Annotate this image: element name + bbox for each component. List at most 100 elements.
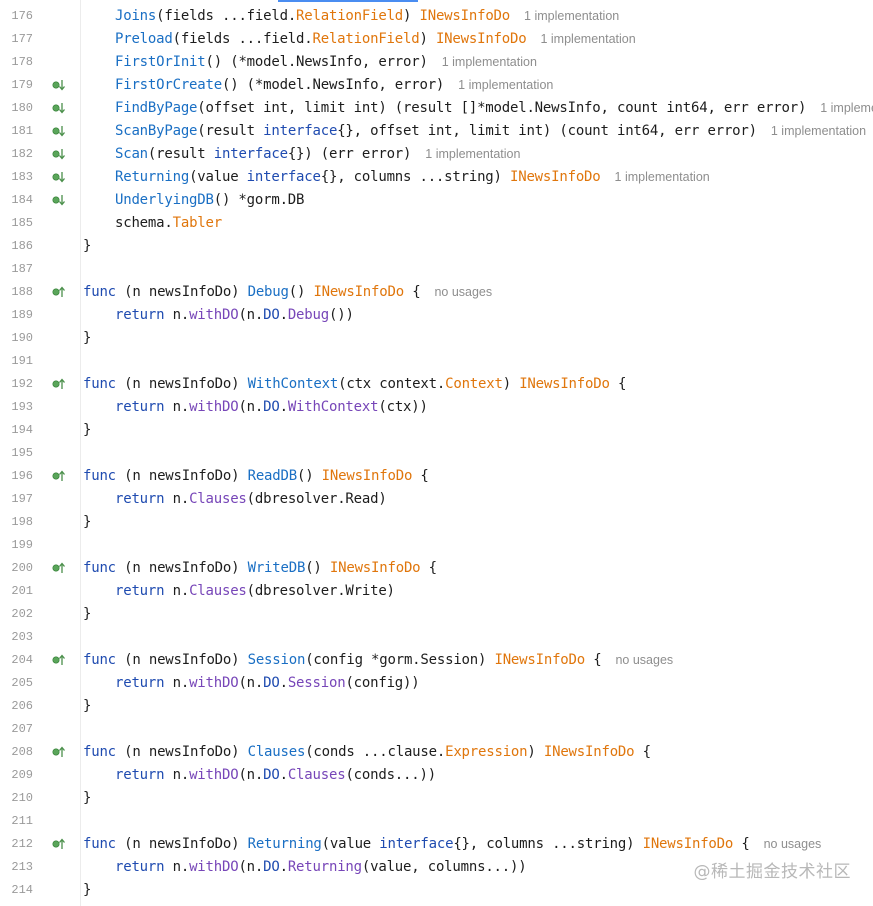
code-line[interactable]: 206}	[0, 695, 873, 718]
inlay-hint[interactable]: no usages	[434, 285, 492, 299]
inlay-hint[interactable]: 1 implementation	[425, 147, 520, 161]
code-line[interactable]: 183 Returning(value interface{}, columns …	[0, 166, 873, 189]
code-line[interactable]: 178 FirstOrInit() (*model.NewsInfo, error…	[0, 51, 873, 74]
line-number: 200	[11, 561, 33, 575]
code-token: interface	[246, 169, 321, 185]
implements-interface-icon[interactable]	[52, 469, 66, 483]
code-text: }	[83, 695, 91, 718]
code-line[interactable]: 203	[0, 626, 873, 649]
code-token: (ctx))	[378, 399, 428, 415]
code-token: interface	[263, 123, 338, 139]
inlay-hint[interactable]: 1 implementation	[442, 55, 537, 69]
inlay-hint[interactable]: no usages	[615, 653, 673, 667]
code-line[interactable]: 182 Scan(result interface{}) (err error) 1…	[0, 143, 873, 166]
code-token: .	[279, 675, 288, 691]
code-line[interactable]: 195	[0, 442, 873, 465]
implemented-by-icon[interactable]	[52, 147, 66, 161]
code-line[interactable]: 205 return n.withDO(n.DO.Session(config))	[0, 672, 873, 695]
code-token: .	[279, 399, 288, 415]
line-number: 197	[11, 492, 33, 506]
code-token: schema.	[115, 215, 173, 231]
code-token: withDO	[189, 767, 239, 783]
code-token: }	[83, 514, 92, 530]
code-line[interactable]: 184 UnderlyingDB() *gorm.DB	[0, 189, 873, 212]
code-token: func	[83, 560, 116, 576]
code-text: func (n newsInfoDo) WriteDB() INewsInfoD…	[83, 557, 437, 580]
code-line[interactable]: 202}	[0, 603, 873, 626]
implemented-by-icon[interactable]	[52, 101, 66, 115]
code-line[interactable]: 197 return n.Clauses(dbresolver.Read)	[0, 488, 873, 511]
code-line[interactable]: 192 func (n newsInfoDo) WithContext(ctx c…	[0, 373, 873, 396]
code-token: )	[527, 744, 544, 760]
code-line[interactable]: 214}	[0, 879, 873, 902]
implements-interface-icon[interactable]	[52, 377, 66, 391]
code-editor[interactable]: 176 Joins(fields ...field.RelationField) …	[0, 0, 873, 906]
code-line[interactable]: 189 return n.withDO(n.DO.Debug())	[0, 304, 873, 327]
code-line[interactable]: 208 func (n newsInfoDo) Clauses(conds ...…	[0, 741, 873, 764]
line-number: 201	[11, 584, 33, 598]
line-number: 213	[11, 860, 33, 874]
line-number: 209	[11, 768, 33, 782]
code-token: }	[83, 698, 92, 714]
code-token: return	[115, 767, 165, 783]
code-line[interactable]: 176 Joins(fields ...field.RelationField) …	[0, 5, 873, 28]
code-line[interactable]: 198}	[0, 511, 873, 534]
code-token: {}, columns ...string)	[320, 169, 510, 185]
code-line[interactable]: 181 ScanByPage(result interface{}, offset…	[0, 120, 873, 143]
code-line[interactable]: 210}	[0, 787, 873, 810]
code-line[interactable]: 191	[0, 350, 873, 373]
code-token: DO	[263, 859, 280, 875]
inlay-hint[interactable]: 1 implementation	[458, 78, 553, 92]
code-token: () (*model.NewsInfo, error)	[205, 54, 428, 70]
inlay-hint[interactable]: 1 implementation	[615, 170, 710, 184]
inlay-hint[interactable]: no usages	[764, 837, 822, 851]
code-line[interactable]: 212 func (n newsInfoDo) Returning(value i…	[0, 833, 873, 856]
code-token: (dbresolver.Read)	[246, 491, 387, 507]
inlay-hint[interactable]: 1 implementation	[524, 9, 619, 23]
implements-interface-icon[interactable]	[52, 561, 66, 575]
implements-interface-icon[interactable]	[52, 653, 66, 667]
inlay-hint[interactable]: 1 implementation	[771, 124, 866, 138]
code-text: }	[83, 235, 91, 258]
line-number: 183	[11, 170, 33, 184]
implemented-by-icon[interactable]	[52, 193, 66, 207]
code-line[interactable]: 185 schema.Tabler	[0, 212, 873, 235]
code-token: Joins	[115, 8, 157, 24]
code-line[interactable]: 177 Preload(fields ...field.RelationField…	[0, 28, 873, 51]
code-line[interactable]: 180 FindByPage(offset int, limit int) (re…	[0, 97, 873, 120]
inlay-hint[interactable]: 1 implementation	[540, 32, 635, 46]
code-line[interactable]: 196 func (n newsInfoDo) ReadDB() INewsInf…	[0, 465, 873, 488]
implemented-by-icon[interactable]	[52, 124, 66, 138]
code-line[interactable]: 190}	[0, 327, 873, 350]
code-line[interactable]: 193 return n.withDO(n.DO.WithContext(ctx)…	[0, 396, 873, 419]
code-token: withDO	[189, 399, 239, 415]
code-line[interactable]: 207	[0, 718, 873, 741]
code-line[interactable]: 211	[0, 810, 873, 833]
code-line[interactable]: 209 return n.withDO(n.DO.Clauses(conds...…	[0, 764, 873, 787]
code-line[interactable]: 199	[0, 534, 873, 557]
inlay-hint[interactable]: 1 implementa	[820, 101, 873, 115]
code-text: schema.Tabler	[83, 212, 222, 235]
code-line[interactable]: 201 return n.Clauses(dbresolver.Write)	[0, 580, 873, 603]
code-token: ()	[296, 468, 322, 484]
code-token: (n.	[238, 859, 264, 875]
implements-interface-icon[interactable]	[52, 837, 66, 851]
implements-interface-icon[interactable]	[52, 285, 66, 299]
code-token: {	[412, 468, 429, 484]
code-token: func	[83, 468, 116, 484]
implemented-by-icon[interactable]	[52, 78, 66, 92]
implemented-by-icon[interactable]	[52, 170, 66, 184]
code-line[interactable]: 204 func (n newsInfoDo) Session(config *g…	[0, 649, 873, 672]
line-number: 190	[11, 331, 33, 345]
code-text: }	[83, 879, 91, 902]
code-token: {	[634, 744, 651, 760]
code-line[interactable]: 179 FirstOrCreate() (*model.NewsInfo, err…	[0, 74, 873, 97]
code-token: (result	[197, 123, 264, 139]
code-line[interactable]: 200 func (n newsInfoDo) WriteDB() INewsIn…	[0, 557, 873, 580]
code-line[interactable]: 194}	[0, 419, 873, 442]
code-line[interactable]: 186}	[0, 235, 873, 258]
code-line[interactable]: 188 func (n newsInfoDo) Debug() INewsInfo…	[0, 281, 873, 304]
code-token: {	[609, 376, 627, 392]
code-line[interactable]: 187	[0, 258, 873, 281]
implements-interface-icon[interactable]	[52, 745, 66, 759]
